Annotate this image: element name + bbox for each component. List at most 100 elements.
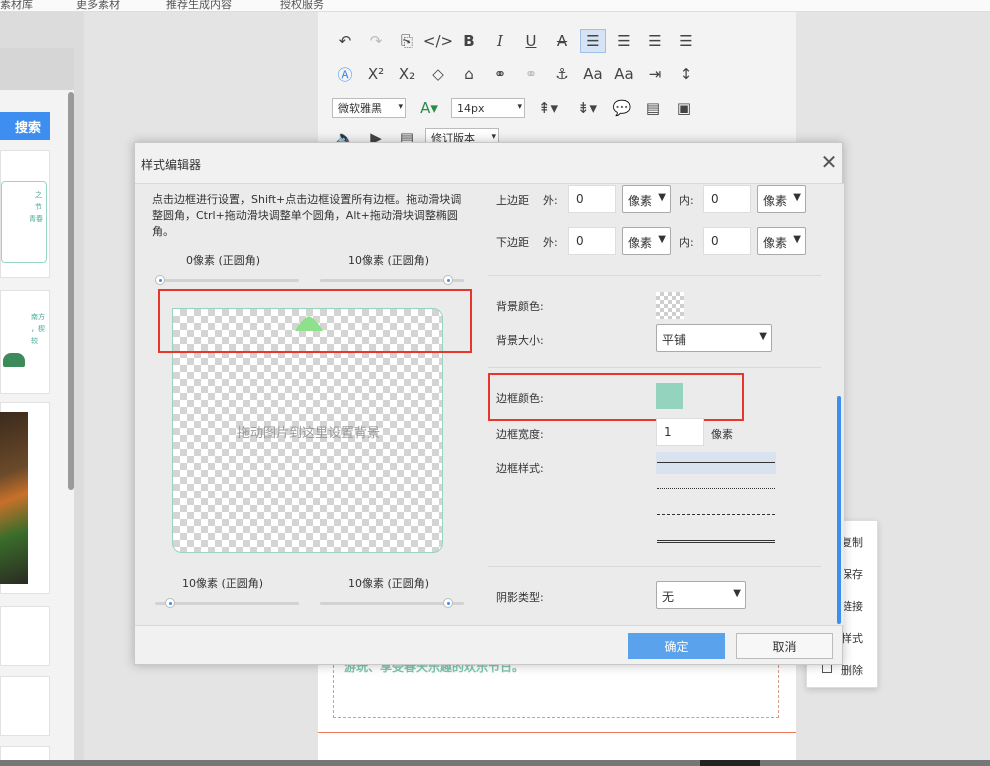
radius-slider-top-left[interactable] <box>155 279 299 282</box>
radius-slider-knob[interactable] <box>443 275 453 285</box>
border-style-double[interactable] <box>656 530 776 552</box>
chevron-down-icon: ▼ <box>658 192 666 203</box>
margin-top-inner-input[interactable]: 0 <box>703 185 751 213</box>
margin-top-inner-unit-select[interactable]: 像素 ▼ <box>757 185 806 213</box>
margin-bottom-inner-input[interactable]: 0 <box>703 227 751 255</box>
format-painter-icon[interactable]: ⎘ <box>394 29 420 53</box>
highlight-border-color <box>488 373 744 421</box>
chevron-down-icon: ▼ <box>759 331 767 342</box>
top-tab-3[interactable]: 授权服务 <box>280 0 324 12</box>
comment-icon[interactable]: 💬 <box>609 96 635 120</box>
status-bar <box>0 760 990 766</box>
margin-top-outer-unit-select[interactable]: 像素 ▼ <box>622 185 671 213</box>
source-code-icon[interactable]: </> <box>423 29 453 53</box>
underline-icon[interactable]: U <box>518 29 544 53</box>
bg-size-label: 背景大小: <box>496 334 544 347</box>
search-button[interactable]: 搜索 <box>0 112 50 140</box>
border-width-input[interactable]: 1 <box>656 418 704 446</box>
top-tab-0[interactable]: 素材库 <box>0 0 33 12</box>
note-icon[interactable]: ▤ <box>640 96 666 120</box>
margin-top-outer-input[interactable]: 0 <box>568 185 616 213</box>
paragraph-spacing-top-icon[interactable]: ⇞▾ <box>531 96 565 120</box>
context-menu-style[interactable]: 样式 <box>841 630 863 646</box>
border-width-label: 边框宽度: <box>496 428 544 441</box>
font-family-value: 微软雅黑 <box>338 102 382 115</box>
paragraph-spacing-bottom-icon[interactable]: ⇟▾ <box>570 96 604 120</box>
inner-label: 内: <box>679 236 694 249</box>
align-justify-icon[interactable]: ☰ <box>673 29 699 53</box>
properties-scrollbar[interactable] <box>837 396 841 624</box>
border-style-dashed[interactable] <box>656 504 776 526</box>
status-bar-segment <box>700 760 760 766</box>
align-right-icon[interactable]: ☰ <box>642 29 668 53</box>
chevron-down-icon: ▾ <box>517 102 522 112</box>
cancel-button[interactable]: 取消 <box>736 633 833 659</box>
radius-slider-knob[interactable] <box>155 275 165 285</box>
close-icon[interactable]: ✕ <box>819 152 839 172</box>
template-panel-scrollbar[interactable] <box>68 92 74 490</box>
template-card[interactable] <box>0 606 50 666</box>
template-card-text: 节 <box>35 203 42 211</box>
margin-bottom-inner-unit-select[interactable]: 像素 ▼ <box>757 227 806 255</box>
font-color-icon[interactable]: A▾ <box>412 96 446 120</box>
image-icon[interactable]: ▣ <box>671 96 697 120</box>
superscript-icon[interactable]: X² <box>363 62 389 86</box>
template-card[interactable]: 南方 ，楔 较 <box>0 290 50 394</box>
context-menu-delete[interactable]: 删除 <box>841 662 863 678</box>
shadow-type-select[interactable]: 无 ▼ <box>656 581 746 609</box>
indent-icon[interactable]: ⇥ <box>642 62 668 86</box>
outer-label: 外: <box>543 236 558 249</box>
bold-icon[interactable]: B <box>456 29 482 53</box>
strikethrough-icon[interactable]: A <box>549 29 575 53</box>
subscript-icon[interactable]: X₂ <box>394 62 420 86</box>
anchor-icon[interactable]: ⚓ <box>549 62 575 86</box>
border-style-solid[interactable] <box>656 452 776 474</box>
margin-bottom-outer-unit-select[interactable]: 像素 ▼ <box>622 227 671 255</box>
font-increase-icon[interactable]: Aa <box>580 62 606 86</box>
radius-slider-knob[interactable] <box>443 598 453 608</box>
chevron-down-icon: ▼ <box>793 192 801 203</box>
context-menu-save[interactable]: 保存 <box>841 566 863 582</box>
template-card-text: 之 <box>35 191 42 199</box>
border-style-label: 边框样式: <box>496 462 544 475</box>
border-style-dotted[interactable] <box>656 478 776 500</box>
line-height-icon[interactable]: ↕ <box>673 62 699 86</box>
template-card[interactable] <box>0 676 50 736</box>
margin-bottom-outer-input[interactable]: 0 <box>568 227 616 255</box>
align-left-icon[interactable]: ☰ <box>580 29 606 53</box>
drop-image-hint: 拖动图片到这里设置背景 <box>236 426 380 441</box>
template-card[interactable]: 之 节 青春 <box>0 150 50 278</box>
radius-label-bottom-left: 10像素 (正圆角) <box>182 577 264 590</box>
eraser-icon[interactable]: ◇ <box>425 62 451 86</box>
unit-value: 像素 <box>763 236 788 250</box>
redo-icon[interactable]: ↷ <box>363 29 389 53</box>
bg-color-swatch[interactable] <box>656 292 684 319</box>
clear-format-icon[interactable]: ⌂ <box>456 62 482 86</box>
top-tab-2[interactable]: 推荐生成内容 <box>166 0 232 12</box>
margin-top-label: 上边距 <box>496 194 529 207</box>
unit-value: 像素 <box>763 194 788 208</box>
context-menu-copy[interactable]: 复制 <box>841 534 863 550</box>
radius-slider-bottom-left[interactable] <box>155 602 299 605</box>
ok-button[interactable]: 确定 <box>628 633 725 659</box>
italic-icon[interactable]: I <box>487 29 513 53</box>
unit-value: 像素 <box>628 236 653 250</box>
radius-slider-knob[interactable] <box>165 598 175 608</box>
section-divider <box>488 275 821 276</box>
bg-size-select[interactable]: 平铺 ▼ <box>656 324 772 352</box>
top-tab-1[interactable]: 更多素材 <box>76 0 120 12</box>
editor-toolbar: ↶ ↷ ⎘ </> B I U A ☰ ☰ ☰ ☰ Ⓐ X² X₂ ◇ ⌂ ⚭ … <box>318 12 796 150</box>
font-decrease-icon[interactable]: Aa <box>611 62 637 86</box>
unit-value: 像素 <box>628 194 653 208</box>
chevron-down-icon: ▼ <box>793 234 801 245</box>
radius-label-top-right: 10像素 (正圆角) <box>348 254 430 267</box>
font-border-icon[interactable]: Ⓐ <box>332 62 358 86</box>
shadow-type-label: 阴影类型: <box>496 591 544 604</box>
context-menu-link[interactable]: 链接 <box>841 598 863 614</box>
link-icon[interactable]: ⚭ <box>487 62 513 86</box>
font-family-select[interactable]: 微软雅黑 ▾ <box>332 98 406 118</box>
unlink-icon[interactable]: ⚭ <box>518 62 544 86</box>
align-center-icon[interactable]: ☰ <box>611 29 637 53</box>
undo-icon[interactable]: ↶ <box>332 29 358 53</box>
font-size-select[interactable]: 14px ▾ <box>451 98 525 118</box>
